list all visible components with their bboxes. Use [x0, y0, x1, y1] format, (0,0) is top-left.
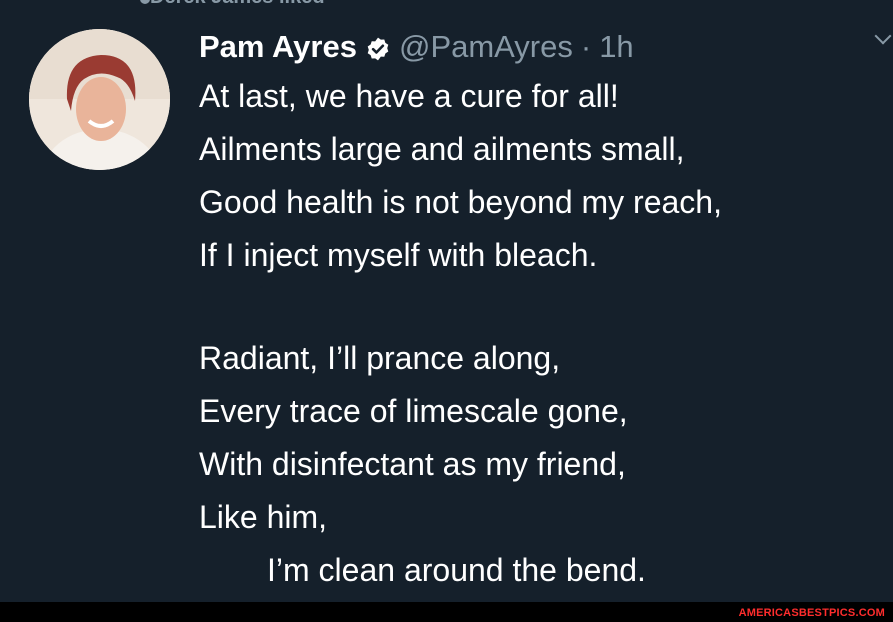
tweet: Pam Ayres @PamAyres · 1h At last, we hav…	[199, 24, 853, 597]
tweet-line: With disinfectant as my friend,	[199, 446, 626, 482]
tweet-header: Pam Ayres @PamAyres · 1h	[199, 24, 853, 70]
tweet-line: Every trace of limescale gone,	[199, 393, 628, 429]
tweet-line: If I inject myself with bleach.	[199, 237, 598, 273]
avatar[interactable]	[29, 29, 170, 170]
tweet-line: Radiant, I’ll prance along,	[199, 340, 561, 376]
verified-badge-icon	[365, 34, 391, 61]
tweet-line: Ailments large and ailments small,	[199, 131, 685, 167]
tweet-line: Good health is not beyond my reach,	[199, 184, 722, 220]
tweet-line: At last, we have a cure for all!	[199, 78, 619, 114]
timestamp[interactable]: 1h	[599, 29, 633, 65]
watermark: AMERICASBESTPICS.COM	[738, 607, 885, 619]
display-name[interactable]: Pam Ayres	[199, 29, 357, 65]
chevron-down-icon[interactable]	[874, 27, 892, 45]
handle[interactable]: @PamAyres	[399, 29, 573, 65]
separator: ·	[580, 29, 592, 64]
tweet-line: Like him,	[199, 499, 328, 535]
heart-icon	[140, 0, 150, 4]
social-context: Derek James liked	[150, 0, 325, 9]
tweet-text: At last, we have a cure for all! Ailment…	[199, 70, 853, 597]
tweet-line: I’m clean around the bend.	[267, 552, 646, 588]
